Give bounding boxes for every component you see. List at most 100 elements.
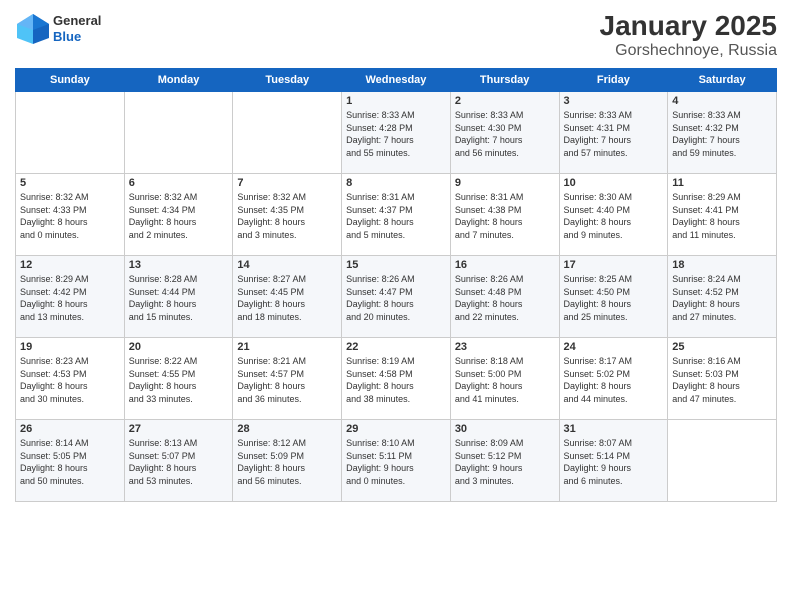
day-number: 10 [564, 177, 664, 189]
logo-general: General [53, 13, 101, 29]
weekday-header-saturday: Saturday [668, 69, 777, 92]
weekday-header-sunday: Sunday [16, 69, 125, 92]
calendar-cell: 7Sunrise: 8:32 AM Sunset: 4:35 PM Daylig… [233, 174, 342, 256]
cell-content: Sunrise: 8:33 AM Sunset: 4:30 PM Dayligh… [455, 109, 555, 159]
day-number: 16 [455, 259, 555, 271]
day-number: 14 [237, 259, 337, 271]
day-number: 17 [564, 259, 664, 271]
day-number: 2 [455, 95, 555, 107]
cell-content: Sunrise: 8:25 AM Sunset: 4:50 PM Dayligh… [564, 273, 664, 323]
calendar-subtitle: Gorshechnoye, Russia [600, 42, 777, 60]
page: General Blue January 2025 Gorshechnoye, … [0, 0, 792, 612]
cell-content: Sunrise: 8:31 AM Sunset: 4:38 PM Dayligh… [455, 191, 555, 241]
weekday-header-friday: Friday [559, 69, 668, 92]
cell-content: Sunrise: 8:33 AM Sunset: 4:32 PM Dayligh… [672, 109, 772, 159]
weekday-header-monday: Monday [124, 69, 233, 92]
logo: General Blue [15, 10, 101, 48]
cell-content: Sunrise: 8:21 AM Sunset: 4:57 PM Dayligh… [237, 355, 337, 405]
cell-content: Sunrise: 8:28 AM Sunset: 4:44 PM Dayligh… [129, 273, 229, 323]
calendar-cell: 5 Sunrise: 8:32 AM Sunset: 4:33 PM Daylig… [16, 174, 125, 256]
weekday-header-wednesday: Wednesday [342, 69, 451, 92]
calendar-cell [233, 92, 342, 174]
day-number: 11 [672, 177, 772, 189]
calendar-cell: 6 Sunrise: 8:32 AM Sunset: 4:34 PM Daylig… [124, 174, 233, 256]
calendar-cell: 10 Sunrise: 8:30 AM Sunset: 4:40 PM Dayli… [559, 174, 668, 256]
cell-content: Sunrise: 8:30 AM Sunset: 4:40 PM Dayligh… [564, 191, 664, 241]
cell-content: Sunrise: 8:07 AM Sunset: 5:14 PM Dayligh… [564, 437, 664, 487]
cell-content: Sunrise: 8:16 AM Sunset: 5:03 PM Dayligh… [672, 355, 772, 405]
calendar-cell: 1 Sunrise: 8:33 AM Sunset: 4:28 PM Daylig… [342, 92, 451, 174]
calendar-week-row: 12 Sunrise: 8:29 AM Sunset: 4:42 PM Dayli… [16, 256, 777, 338]
weekday-header-thursday: Thursday [450, 69, 559, 92]
day-number: 13 [129, 259, 229, 271]
cell-content: Sunrise: 8:14 AM Sunset: 5:05 PM Dayligh… [20, 437, 120, 487]
day-number: 15 [346, 259, 446, 271]
cell-content: Sunrise: 8:10 AM Sunset: 5:11 PM Dayligh… [346, 437, 446, 487]
day-number: 27 [129, 423, 229, 435]
cell-content: Sunrise: 8:26 AM Sunset: 4:48 PM Dayligh… [455, 273, 555, 323]
logo-icon [15, 10, 53, 48]
day-number: 31 [564, 423, 664, 435]
calendar-cell: 29 Sunrise: 8:10 AM Sunset: 5:11 PM Dayli… [342, 420, 451, 502]
cell-content: Sunrise: 8:18 AM Sunset: 5:00 PM Dayligh… [455, 355, 555, 405]
day-number: 20 [129, 341, 229, 353]
calendar-cell: 8Sunrise: 8:31 AM Sunset: 4:37 PM Daylig… [342, 174, 451, 256]
day-number: 23 [455, 341, 555, 353]
day-number: 28 [237, 423, 337, 435]
calendar-cell: 2 Sunrise: 8:33 AM Sunset: 4:30 PM Daylig… [450, 92, 559, 174]
day-number: 26 [20, 423, 120, 435]
cell-content: Sunrise: 8:32 AM Sunset: 4:34 PM Dayligh… [129, 191, 229, 241]
calendar-title: January 2025 [600, 10, 777, 42]
cell-content: Sunrise: 8:27 AM Sunset: 4:45 PM Dayligh… [237, 273, 337, 323]
day-number: 19 [20, 341, 120, 353]
day-number: 29 [346, 423, 446, 435]
calendar-cell: 26 Sunrise: 8:14 AM Sunset: 5:05 PM Dayli… [16, 420, 125, 502]
day-number: 1 [346, 95, 446, 107]
calendar-cell: 9 Sunrise: 8:31 AM Sunset: 4:38 PM Daylig… [450, 174, 559, 256]
calendar-cell [668, 420, 777, 502]
calendar-cell: 14 Sunrise: 8:27 AM Sunset: 4:45 PM Dayli… [233, 256, 342, 338]
cell-content: Sunrise: 8:29 AM Sunset: 4:42 PM Dayligh… [20, 273, 120, 323]
day-number: 22 [346, 341, 446, 353]
day-number: 5 [20, 177, 120, 189]
weekday-header-tuesday: Tuesday [233, 69, 342, 92]
cell-content: Sunrise: 8:32 AM Sunset: 4:35 PM Dayligh… [237, 191, 337, 241]
calendar-cell: 12 Sunrise: 8:29 AM Sunset: 4:42 PM Dayli… [16, 256, 125, 338]
calendar-cell: 4 Sunrise: 8:33 AM Sunset: 4:32 PM Daylig… [668, 92, 777, 174]
calendar-cell: 20 Sunrise: 8:22 AM Sunset: 4:55 PM Dayli… [124, 338, 233, 420]
cell-content: Sunrise: 8:24 AM Sunset: 4:52 PM Dayligh… [672, 273, 772, 323]
day-number: 12 [20, 259, 120, 271]
day-number: 4 [672, 95, 772, 107]
calendar-cell: 21Sunrise: 8:21 AM Sunset: 4:57 PM Dayli… [233, 338, 342, 420]
day-number: 3 [564, 95, 664, 107]
calendar-cell: 24 Sunrise: 8:17 AM Sunset: 5:02 PM Dayli… [559, 338, 668, 420]
logo-text: General Blue [53, 13, 101, 44]
cell-content: Sunrise: 8:17 AM Sunset: 5:02 PM Dayligh… [564, 355, 664, 405]
calendar-cell: 27Sunrise: 8:13 AM Sunset: 5:07 PM Dayli… [124, 420, 233, 502]
calendar-cell: 18Sunrise: 8:24 AM Sunset: 4:52 PM Dayli… [668, 256, 777, 338]
day-number: 6 [129, 177, 229, 189]
cell-content: Sunrise: 8:32 AM Sunset: 4:33 PM Dayligh… [20, 191, 120, 241]
calendar-cell: 23 Sunrise: 8:18 AM Sunset: 5:00 PM Dayli… [450, 338, 559, 420]
calendar-cell: 15Sunrise: 8:26 AM Sunset: 4:47 PM Dayli… [342, 256, 451, 338]
calendar-cell: 16 Sunrise: 8:26 AM Sunset: 4:48 PM Dayli… [450, 256, 559, 338]
day-number: 24 [564, 341, 664, 353]
day-number: 8 [346, 177, 446, 189]
calendar-table: SundayMondayTuesdayWednesdayThursdayFrid… [15, 68, 777, 502]
cell-content: Sunrise: 8:33 AM Sunset: 4:28 PM Dayligh… [346, 109, 446, 159]
cell-content: Sunrise: 8:22 AM Sunset: 4:55 PM Dayligh… [129, 355, 229, 405]
calendar-week-row: 26 Sunrise: 8:14 AM Sunset: 5:05 PM Dayli… [16, 420, 777, 502]
cell-content: Sunrise: 8:12 AM Sunset: 5:09 PM Dayligh… [237, 437, 337, 487]
cell-content: Sunrise: 8:19 AM Sunset: 4:58 PM Dayligh… [346, 355, 446, 405]
day-number: 9 [455, 177, 555, 189]
calendar-cell: 30Sunrise: 8:09 AM Sunset: 5:12 PM Dayli… [450, 420, 559, 502]
calendar-cell: 11 Sunrise: 8:29 AM Sunset: 4:41 PM Dayli… [668, 174, 777, 256]
cell-content: Sunrise: 8:29 AM Sunset: 4:41 PM Dayligh… [672, 191, 772, 241]
logo-blue: Blue [53, 29, 101, 45]
header: General Blue January 2025 Gorshechnoye, … [15, 10, 777, 60]
weekday-header-row: SundayMondayTuesdayWednesdayThursdayFrid… [16, 69, 777, 92]
title-block: January 2025 Gorshechnoye, Russia [600, 10, 777, 60]
calendar-cell: 3Sunrise: 8:33 AM Sunset: 4:31 PM Daylig… [559, 92, 668, 174]
calendar-cell: 13 Sunrise: 8:28 AM Sunset: 4:44 PM Dayli… [124, 256, 233, 338]
calendar-cell: 19Sunrise: 8:23 AM Sunset: 4:53 PM Dayli… [16, 338, 125, 420]
